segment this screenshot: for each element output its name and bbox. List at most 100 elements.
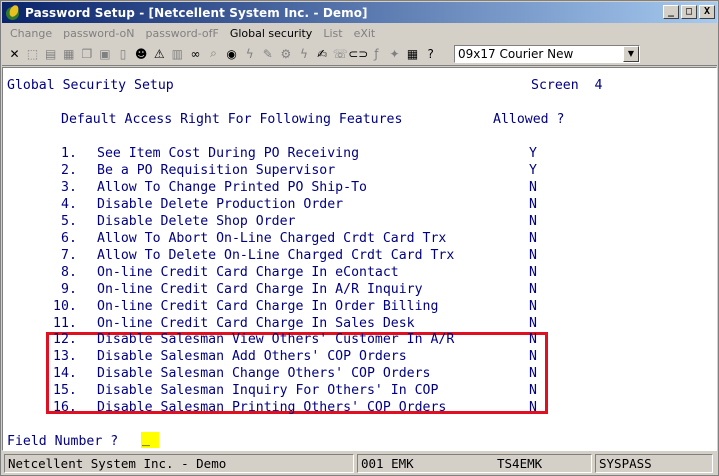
feature-number: 1. [61,146,77,161]
feature-label: See Item Cost During PO Receiving [97,146,360,161]
field-number-prompt: Field Number ? [7,434,119,449]
help-cursor-icon[interactable]: ? [422,45,439,63]
status-user: 001 EMK [357,454,592,473]
chevron-down-icon[interactable]: ▼ [623,46,639,62]
screen-header-left: Global Security Setup [7,78,174,93]
status-company: Netcellent System Inc. - Demo [4,454,354,473]
menu-bar: Change password-oN password-ofF Global secu… [2,24,717,42]
feature-allowed-value[interactable]: N [529,383,537,398]
input-cursor: _ [142,432,150,447]
menu-item-password-off[interactable]: password-ofF [145,27,218,40]
function-icon[interactable]: ƒ [368,45,385,63]
window-controls: _ □ X [661,5,715,19]
app-logo-icon [5,3,21,21]
feature-label: On-line Credit Card Charge In Sales Desk [97,315,415,331]
link-icon[interactable]: ⊂⊃ [348,45,368,63]
field-number-input[interactable]: _ [141,432,159,448]
feature-label: Disable Salesman Inquiry For Others' In … [97,383,439,399]
menu-item-exit[interactable]: eXit [354,27,376,40]
lightning-icon[interactable]: ϟ [241,45,258,63]
feature-number: 14. [53,366,77,382]
feature-allowed-value[interactable]: N [529,214,537,229]
feature-allowed-value[interactable]: N [529,299,537,314]
feature-number: 6. [61,230,77,246]
magnifier-icon[interactable]: ⌕ [205,45,222,63]
feature-number: 3. [61,179,77,195]
feature-allowed-value[interactable]: N [529,332,537,347]
font-select[interactable]: 09x17 Courier New ▼ [454,45,640,63]
select-icon[interactable]: ⬚ [24,45,41,63]
feature-allowed-value[interactable]: Y [529,163,537,178]
feature-label: On-line Credit Card Charge In eContact [97,264,399,280]
feature-label: Disable Salesman View Others' Customer I… [97,332,455,348]
feature-label: Disable Salesman Add Others' COP Orders [97,349,407,365]
feature-allowed-value[interactable]: N [529,197,537,212]
print-setup-icon[interactable]: ▦ [60,45,77,63]
feature-allowed-value[interactable]: N [529,248,537,263]
binoculars-icon[interactable]: ∞ [187,45,204,63]
menu-item-password-on[interactable]: password-oN [63,27,134,40]
paste-icon[interactable]: ▣ [96,45,113,63]
feature-number: 10. [53,298,77,314]
calculator-icon[interactable]: ▦ [404,45,421,63]
app-window: Password Setup - [Netcellent System Inc.… [0,0,719,476]
feature-allowed-value[interactable]: N [529,265,537,280]
feature-label: Disable Delete Production Order [97,196,344,212]
lightning-blue-icon[interactable]: ϟ [296,45,313,63]
feature-label: Be a PO Requisition Supervisor [97,162,336,178]
font-select-value: 09x17 Courier New [458,47,574,61]
feature-label: On-line Credit Card Charge In Order Bill… [97,298,439,314]
menu-item-change[interactable]: Change [10,27,52,40]
script-icon[interactable]: ✍ [314,45,331,63]
doc-icon[interactable]: ▯ [115,45,132,63]
title-bar[interactable]: Password Setup - [Netcellent System Inc.… [2,2,717,23]
feature-label: Disable Salesman Printing Others' COP Or… [97,400,447,416]
feature-allowed-value[interactable]: N [529,400,537,415]
globe-icon[interactable]: ◉ [223,45,240,63]
feature-number: 13. [53,349,77,365]
close-x-icon[interactable]: ✕ [6,45,23,63]
maximize-button[interactable]: □ [681,5,697,19]
feature-allowed-value[interactable]: N [529,349,537,364]
feature-number: 12. [53,332,77,348]
status-program: SYSPASS [595,454,713,473]
feature-label: Allow To Delete On-Line Charged Crdt Car… [97,247,455,263]
screen-subheader: Default Access Right For Following Featu… [61,112,403,127]
feature-number: 16. [53,400,77,416]
gear-icon[interactable]: ⚙ [277,45,294,63]
terminal-screen[interactable]: Global Security Setup Screen 4 Default A… [2,67,717,451]
book-icon[interactable]: ▥ [169,45,186,63]
print-icon[interactable]: ▤ [42,45,59,63]
close-button[interactable]: X [699,5,715,19]
feature-number: 8. [61,264,77,280]
feature-number: 15. [53,383,77,399]
feature-allowed-value[interactable]: N [529,231,537,246]
minimize-button[interactable]: _ [663,5,679,19]
feature-allowed-value[interactable]: N [529,282,537,297]
feature-allowed-value[interactable]: N [529,316,537,331]
feature-number: 9. [61,281,77,297]
toolbar: ✕ ⬚ ▤ ▦ ❐ ▣ ▯ ☻ ⚠ ▥ ∞ ⌕ ◉ ϟ ✎ ⚙ ϟ ✍ ☏ ⊂⊃ ƒ ✦ ▦? 09x17 Courier … [2,42,717,66]
phone-icon[interactable]: ☏ [332,45,349,63]
feature-allowed-value[interactable]: N [529,366,537,381]
copy-icon[interactable]: ❐ [78,45,95,63]
feature-number: 7. [61,247,77,263]
warning-icon[interactable]: ⚠ [151,45,168,63]
menu-item-list[interactable]: List [323,27,342,40]
menu-item-global-security[interactable]: Global security [230,27,313,40]
feature-number: 5. [61,213,77,229]
feature-number: 11. [53,315,77,331]
feature-allowed-value[interactable]: N [529,180,537,195]
screen-header-right: Screen 4 [531,78,603,93]
tool-icon[interactable]: ✎ [259,45,276,63]
feature-label: Disable Delete Shop Order [97,213,296,229]
window-title: Password Setup - [Netcellent System Inc.… [25,5,368,20]
feature-label: On-line Credit Card Charge In A/R Inquir… [97,281,423,297]
allowed-header: Allowed ? [493,112,565,127]
status-terminal: TS4EMK [497,456,543,471]
feature-allowed-value[interactable]: Y [529,146,537,161]
status-bar: Netcellent System Inc. - Demo 001 EMK TS… [2,452,717,474]
wand-icon[interactable]: ✦ [386,45,403,63]
feature-label: Allow To Abort On-Line Charged Crdt Card… [97,230,447,246]
user-icon[interactable]: ☻ [133,45,150,63]
